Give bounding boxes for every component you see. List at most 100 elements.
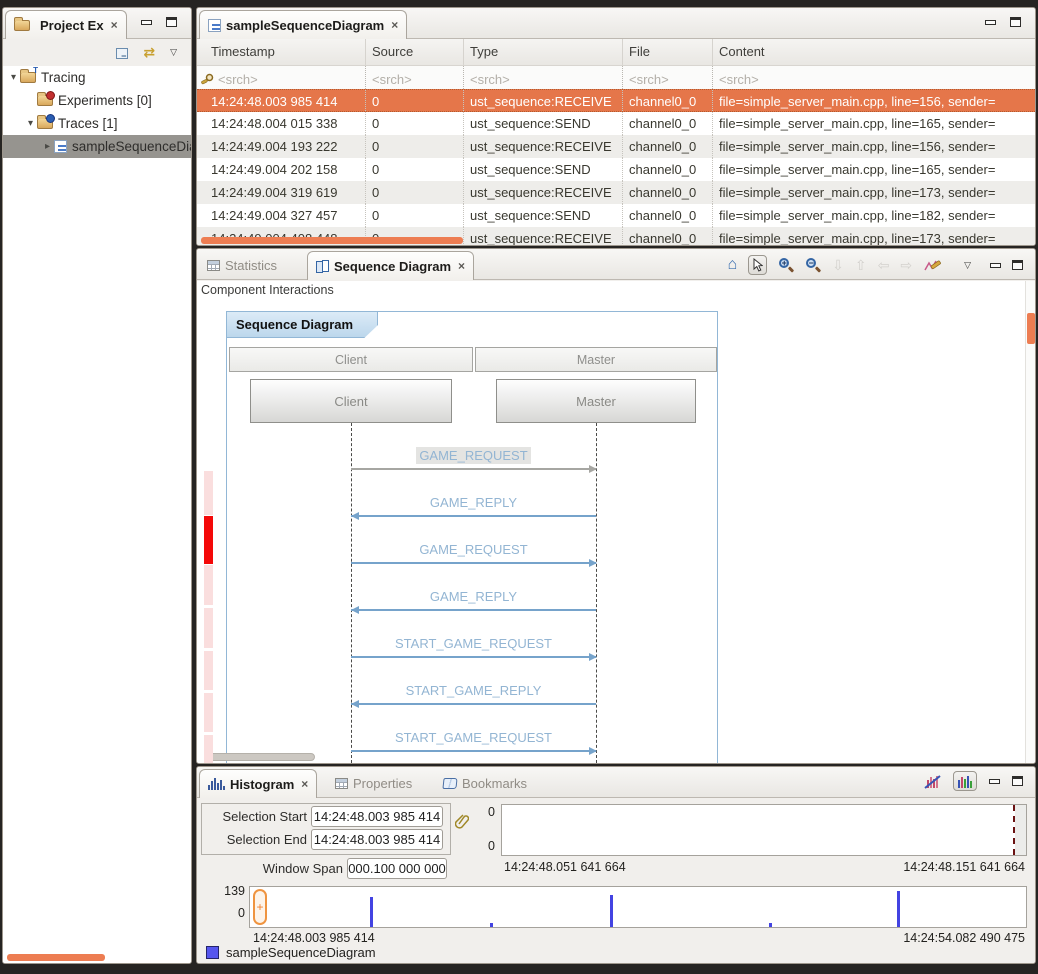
- nav-forward-icon: ⇨: [900, 257, 912, 274]
- event-row[interactable]: 14:24:49.004 202 1580ust_sequence:SENDch…: [197, 158, 1035, 181]
- close-icon[interactable]: ×: [458, 259, 465, 273]
- nav-up-icon: ⇧: [855, 257, 867, 274]
- selection-end-field[interactable]: 14:24:48.003 985 414: [311, 829, 443, 850]
- lifeline-header-client[interactable]: Client: [229, 347, 473, 372]
- minimize-icon[interactable]: [990, 263, 1001, 268]
- horizontal-scrollbar-thumb[interactable]: [201, 237, 463, 244]
- link-selection-icon[interactable]: [455, 814, 469, 830]
- column-header-timestamp[interactable]: Timestamp: [197, 39, 366, 65]
- cell-file: channel0_0: [623, 158, 713, 181]
- event-row[interactable]: 14:24:49.004 193 2220ust_sequence:RECEIV…: [197, 135, 1035, 158]
- filter-cell-source[interactable]: <srch>: [366, 66, 464, 89]
- selection-window-marker[interactable]: +: [253, 889, 267, 925]
- event-row[interactable]: 14:24:48.003 985 4140ust_sequence:RECEIV…: [197, 89, 1035, 112]
- message-arrow[interactable]: [351, 562, 596, 564]
- column-header-source[interactable]: Source: [366, 39, 464, 65]
- event-row[interactable]: 14:24:48.004 015 3380ust_sequence:SENDch…: [197, 112, 1035, 135]
- search-match-marker[interactable]: [204, 693, 213, 732]
- column-header-type[interactable]: Type: [464, 39, 623, 65]
- message-arrow[interactable]: [351, 468, 596, 470]
- tree-expanded-arrow-icon[interactable]: ▾: [7, 72, 20, 83]
- full-range-histogram[interactable]: +: [249, 886, 1027, 928]
- message-label[interactable]: START_GAME_REQUEST: [351, 636, 596, 653]
- message-arrow[interactable]: [351, 703, 596, 705]
- hide-lost-events-icon[interactable]: [924, 774, 941, 789]
- horizontal-scrollbar-thumb[interactable]: [205, 753, 315, 761]
- filter-pattern-icon[interactable]: [923, 257, 941, 273]
- cell-type: ust_sequence:SEND: [464, 204, 623, 227]
- minimize-icon[interactable]: [989, 779, 1000, 784]
- show-histogram-icon[interactable]: [953, 771, 977, 791]
- message-label[interactable]: GAME_REQUEST: [351, 448, 596, 465]
- filter-cell-content[interactable]: <srch>: [713, 66, 1035, 89]
- tab-bookmarks[interactable]: Bookmarks: [435, 769, 535, 798]
- maximize-icon[interactable]: [166, 17, 177, 27]
- event-row[interactable]: 14:24:49.004 327 4570ust_sequence:SENDch…: [197, 204, 1035, 227]
- search-match-marker[interactable]: [204, 735, 213, 764]
- message-label[interactable]: GAME_REPLY: [351, 589, 596, 606]
- search-match-marker[interactable]: [204, 651, 213, 690]
- message-arrow[interactable]: [351, 609, 596, 611]
- link-with-editor-icon[interactable]: ⇄: [143, 44, 155, 61]
- column-header-content[interactable]: Content: [713, 39, 1035, 65]
- message-arrow[interactable]: [351, 750, 596, 752]
- view-menu-icon[interactable]: ▽: [964, 260, 971, 271]
- minimize-icon[interactable]: [141, 20, 152, 25]
- search-match-marker[interactable]: [204, 471, 213, 515]
- filter-cell-timestamp[interactable]: <srch>: [197, 66, 366, 89]
- message-label[interactable]: GAME_REPLY: [351, 495, 596, 512]
- select-cursor-icon[interactable]: [748, 255, 767, 275]
- filter-placeholder: <srch>: [719, 72, 759, 87]
- message-label[interactable]: GAME_REQUEST: [351, 542, 596, 559]
- message-label[interactable]: START_GAME_REPLY: [351, 683, 596, 700]
- view-menu-icon[interactable]: ▽: [170, 47, 177, 58]
- tab-project-explorer[interactable]: Project Ex ×: [5, 10, 127, 39]
- lifeline-box-master[interactable]: Master: [496, 379, 696, 423]
- event-row[interactable]: 14:24:49.004 319 6190ust_sequence:RECEIV…: [197, 181, 1035, 204]
- minimize-icon[interactable]: [985, 20, 996, 25]
- message-arrow[interactable]: [351, 515, 596, 517]
- close-icon[interactable]: ×: [391, 18, 398, 32]
- tab-events-table[interactable]: sampleSequenceDiagram ×: [199, 10, 407, 39]
- lifeline-box-client[interactable]: Client: [250, 379, 452, 423]
- zoom-in-icon[interactable]: +: [778, 257, 794, 273]
- lifeline-master[interactable]: [596, 423, 597, 763]
- tree-item-experiments-0-[interactable]: Experiments [0]: [3, 89, 191, 112]
- maximize-icon[interactable]: [1010, 17, 1021, 27]
- collapse-all-icon[interactable]: [115, 47, 128, 59]
- timerange-start-label: 14:24:48.051 641 664: [504, 860, 626, 874]
- zoom-out-icon[interactable]: −: [805, 257, 821, 273]
- message-label[interactable]: START_GAME_REQUEST: [351, 730, 596, 747]
- tab-properties[interactable]: Properties: [327, 769, 420, 798]
- lifeline-header-master[interactable]: Master: [475, 347, 717, 372]
- home-icon[interactable]: ⌂: [727, 257, 737, 273]
- tab-sequence-diagram[interactable]: Sequence Diagram ×: [307, 251, 474, 280]
- selection-start-field[interactable]: 14:24:48.003 985 414: [311, 806, 443, 827]
- filter-cell-file[interactable]: <srch>: [623, 66, 713, 89]
- tree-item-samplesequencedia[interactable]: ▸sampleSequenceDia: [3, 135, 191, 158]
- search-match-marker[interactable]: [204, 565, 213, 605]
- close-icon[interactable]: ×: [301, 777, 308, 791]
- maximize-icon[interactable]: [1012, 776, 1023, 786]
- maximize-icon[interactable]: [1012, 260, 1023, 270]
- vertical-scrollbar-thumb[interactable]: [1027, 313, 1035, 344]
- tree-collapsed-arrow-icon[interactable]: ▸: [41, 141, 54, 152]
- filter-cell-type[interactable]: <srch>: [464, 66, 623, 89]
- tree-expanded-arrow-icon[interactable]: ▾: [24, 118, 37, 129]
- horizontal-scrollbar-thumb[interactable]: [7, 954, 105, 961]
- search-match-marker[interactable]: [204, 608, 213, 648]
- search-match-marker[interactable]: [204, 516, 213, 564]
- cursor-arrow-icon: [752, 258, 763, 272]
- tree-item-traces-1-[interactable]: ▾Traces [1]: [3, 112, 191, 135]
- filter-placeholder: <srch>: [629, 72, 669, 87]
- tree-item-tracing[interactable]: ▾ Tracing: [3, 66, 191, 89]
- window-span-field[interactable]: 000.100 000 000: [347, 858, 447, 879]
- vertical-scrollbar[interactable]: [1025, 281, 1035, 763]
- column-header-file[interactable]: File: [623, 39, 713, 65]
- tab-statistics[interactable]: Statistics: [199, 251, 285, 280]
- message-arrow[interactable]: [351, 656, 596, 658]
- time-range-histogram[interactable]: [501, 804, 1027, 856]
- tab-histogram[interactable]: Histogram ×: [199, 769, 317, 798]
- tree-item-label: Tracing: [41, 70, 86, 85]
- close-icon[interactable]: ×: [111, 18, 118, 32]
